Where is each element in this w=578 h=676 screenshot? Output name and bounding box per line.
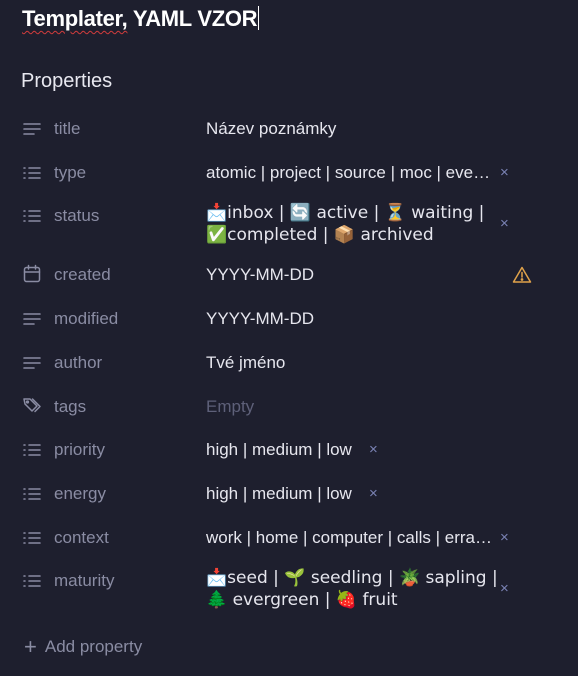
property-value-energy[interactable]: high | medium | low xyxy=(206,483,352,505)
remove-value-button[interactable]: × xyxy=(369,442,378,458)
property-value-type[interactable]: atomic | project | source | moc | evergr… xyxy=(206,162,492,184)
status-value-line-1: 📩inbox | 🔄 active | ⏳ waiting | xyxy=(206,203,485,223)
property-key-status[interactable]: status xyxy=(54,206,99,226)
text-lines-icon[interactable] xyxy=(22,119,42,139)
list-icon[interactable] xyxy=(22,571,42,591)
add-property-label: Add property xyxy=(44,637,143,656)
note-title-word-misspelled: Templater, xyxy=(22,6,128,31)
maturity-value-line-1: 📩seed | 🌱 seedling | 🪴 sapling | xyxy=(206,568,498,588)
property-value-author[interactable]: Tvé jméno xyxy=(206,352,285,374)
note-title[interactable]: Templater, YAML VZOR xyxy=(22,6,260,32)
note-title-rest: YAML VZOR xyxy=(127,6,258,31)
property-key-title[interactable]: title xyxy=(54,119,80,139)
property-value-status[interactable]: 📩inbox | 🔄 active | ⏳ waiting | ✅complet… xyxy=(206,202,484,246)
property-value-priority[interactable]: high | medium | low xyxy=(206,439,352,461)
properties-heading: Properties xyxy=(21,70,113,92)
maturity-value-line-2: 🌲 evergreen | 🍓 fruit xyxy=(206,590,398,610)
property-key-modified[interactable]: modified xyxy=(54,309,118,329)
text-lines-icon[interactable] xyxy=(22,353,42,373)
property-key-priority[interactable]: priority xyxy=(54,440,105,460)
property-key-maturity[interactable]: maturity xyxy=(54,571,114,591)
list-icon[interactable] xyxy=(22,528,42,548)
property-value-created[interactable]: YYYY-MM-DD xyxy=(206,264,314,286)
property-value-maturity[interactable]: 📩seed | 🌱 seedling | 🪴 sapling | 🌲 everg… xyxy=(206,567,498,611)
remove-value-button[interactable]: × xyxy=(500,165,509,181)
calendar-icon[interactable] xyxy=(22,264,42,284)
property-key-author[interactable]: author xyxy=(54,353,102,373)
list-icon[interactable] xyxy=(22,206,42,226)
text-cursor xyxy=(258,6,260,30)
property-key-tags[interactable]: tags xyxy=(54,397,86,417)
remove-value-button[interactable]: × xyxy=(500,530,509,546)
tags-icon[interactable] xyxy=(22,396,42,416)
remove-value-button[interactable]: × xyxy=(500,581,509,597)
remove-value-button[interactable]: × xyxy=(369,486,378,502)
property-value-title[interactable]: Název poznámky xyxy=(206,118,336,140)
list-icon[interactable] xyxy=(22,163,42,183)
property-value-tags[interactable]: Empty xyxy=(206,396,254,418)
plus-icon: + xyxy=(24,634,37,659)
status-value-line-2: ✅completed | 📦 archived xyxy=(206,225,434,245)
property-key-energy[interactable]: energy xyxy=(54,484,106,504)
property-value-modified[interactable]: YYYY-MM-DD xyxy=(206,308,314,330)
property-key-context[interactable]: context xyxy=(54,528,109,548)
list-icon[interactable] xyxy=(22,440,42,460)
add-property-button[interactable]: + Add property xyxy=(24,634,142,660)
property-value-context[interactable]: work | home | computer | calls | errands xyxy=(206,527,492,549)
text-lines-icon[interactable] xyxy=(22,309,42,329)
property-key-created[interactable]: created xyxy=(54,265,111,285)
property-key-type[interactable]: type xyxy=(54,163,86,183)
remove-value-button[interactable]: × xyxy=(500,216,509,232)
list-icon[interactable] xyxy=(22,484,42,504)
warning-triangle-icon[interactable] xyxy=(512,265,532,285)
